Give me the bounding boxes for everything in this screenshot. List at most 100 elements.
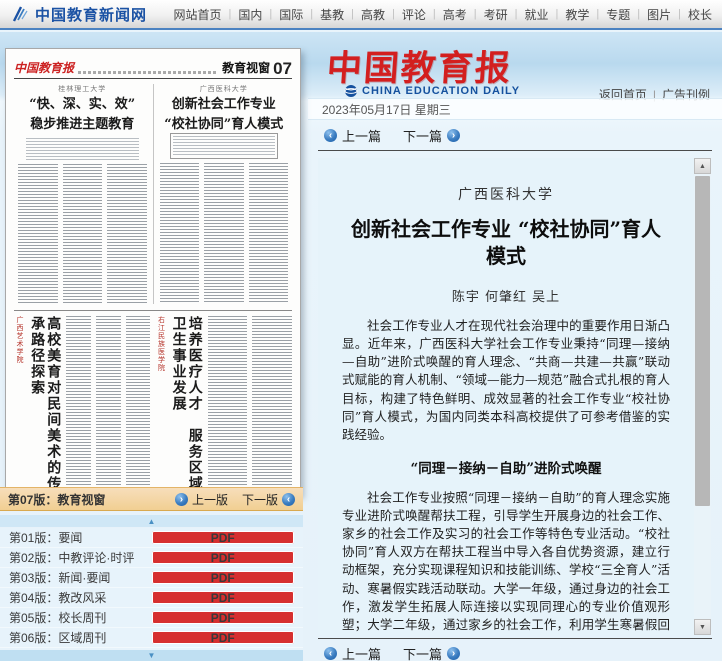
np-text-columns (160, 163, 289, 303)
np-column-divider (153, 84, 154, 304)
np-intro-text (26, 138, 139, 160)
site-topbar: 中国教育新闻网 网站首页 国内 国际 基教 高教 评论 高考 考研 就业 (0, 0, 722, 30)
next-article-button[interactable]: 下一篇 › (403, 126, 460, 145)
article-nav-top: ‹ 上一篇 下一篇 › (324, 126, 460, 145)
next-page-label: 下一版 (242, 491, 278, 508)
prev-article-icon: ‹ (324, 129, 337, 142)
prev-article-label: 上一篇 (342, 126, 381, 145)
top-nav-item[interactable]: 图片 (647, 6, 671, 23)
scrollbar-up-button[interactable]: ▲ (694, 158, 711, 174)
article-paragraph: 社会工作专业人才在现代社会治理中的重要作用日渐凸显。近年来，广西医科大学社会工作… (342, 317, 670, 444)
next-article-label: 下一篇 (403, 644, 442, 661)
top-nav-item[interactable]: 网站首页 (173, 6, 221, 23)
next-article-icon: › (447, 647, 460, 660)
next-article-button[interactable]: 下一篇 › (403, 644, 460, 661)
globe-icon (344, 84, 358, 98)
page-list-scroll-up[interactable]: ▲ (0, 515, 303, 527)
scrollbar-up-icon: ▲ (699, 163, 706, 170)
top-nav-item[interactable]: 高考 (443, 6, 467, 23)
article-content: 广西医科大学 创新社会工作专业 “校社协同”育人模式 陈宇 何肇红 吴上 社会工… (318, 158, 694, 635)
top-nav-item[interactable]: 就业 (524, 6, 548, 23)
prev-page-button[interactable]: › 上一版 (175, 491, 228, 508)
np-section-block: 教育视窗 07 (222, 59, 292, 76)
page-list-item-label: 第01版：要闻 (9, 529, 152, 546)
scrollbar-down-icon: ▼ (699, 624, 706, 631)
np-article-top-left: 桂林理工大学 “快、深、实、效” 稳步推进主题教育 (14, 84, 151, 304)
page-list-item[interactable]: 第04版：教改风采 PDF (0, 588, 303, 608)
newspaper-page-image[interactable]: 中国教育报 教育视窗 07 桂林理工大学 “快、深、实、效” 稳步推进主题教育 … (5, 48, 301, 495)
up-arrow-icon: ▲ (148, 517, 156, 526)
page-list-item[interactable]: 第05版：校长周刊 PDF (0, 608, 303, 628)
np-intro-box (170, 133, 279, 159)
top-nav-item[interactable]: 专题 (606, 6, 630, 23)
pdf-icon[interactable]: PDF (152, 611, 295, 624)
site-logo[interactable]: 中国教育新闻网 (10, 4, 147, 25)
scrollbar-thumb[interactable] (695, 176, 710, 506)
prev-page-label: 上一版 (192, 491, 228, 508)
page-list-item[interactable]: 第03版：新闻·要闻 PDF (0, 568, 303, 588)
current-page-label: 第07版：教育视窗 (8, 491, 161, 508)
top-nav-item[interactable]: 评论 (402, 6, 426, 23)
page-list-item[interactable]: 第02版：中教评论·时评 PDF (0, 548, 303, 568)
article-top-rule (318, 150, 712, 151)
next-article-label: 下一篇 (403, 126, 442, 145)
scrollbar-down-button[interactable]: ▼ (694, 619, 711, 635)
page-list-scroll-down[interactable]: ▼ (0, 650, 303, 661)
next-article-icon: › (447, 129, 460, 142)
np-text-columns (18, 164, 147, 304)
down-arrow-icon: ▼ (148, 651, 156, 660)
top-nav-item[interactable]: 国内 (238, 6, 262, 23)
article-nav-bottom: ‹ 上一篇 下一篇 › (324, 644, 460, 661)
pdf-icon[interactable]: PDF (152, 571, 295, 584)
pdf-icon[interactable]: PDF (152, 631, 295, 644)
np-kicker: 广西医科大学 (160, 84, 289, 94)
top-nav-item[interactable]: 基教 (320, 6, 344, 23)
prev-article-button[interactable]: ‹ 上一篇 (324, 126, 381, 145)
np-section-label: 教育视窗 (222, 59, 270, 76)
page-list-item-label: 第02版：中教评论·时评 (9, 549, 152, 566)
page-list: 第01版：要闻 PDF 第02版：中教评论·时评 PDF 第03版：新闻·要闻 … (0, 528, 303, 661)
pdf-icon[interactable]: PDF (152, 531, 295, 544)
page-list-item-label: 第03版：新闻·要闻 (9, 569, 152, 586)
top-nav-item[interactable]: 高教 (361, 6, 385, 23)
article-paragraph: 社会工作专业按照“同理－接纳－自助”的育人理念实施专业进阶式唤醒帮扶工程，引导学… (342, 489, 670, 635)
article-title: 创新社会工作专业 “校社协同”育人模式 (342, 216, 670, 270)
paper-brand-en: CHINA EDUCATION DAILY (344, 84, 520, 98)
site-logo-text: 中国教育新闻网 (35, 4, 147, 25)
top-nav-item[interactable]: 教学 (565, 6, 589, 23)
np-school-label: 广西艺术学院 (14, 316, 24, 396)
np-vertical-headline-right: 培养医疗人才 服务区域卫生事业发展 (171, 316, 203, 498)
next-page-button[interactable]: 下一版 ‹ (242, 491, 295, 508)
np-vertical-headline-left: 高校美育对民间美术的传承路径探索 (29, 316, 61, 498)
top-nav-item[interactable]: 国际 (279, 6, 303, 23)
page-list-item-label: 第06版：区域周刊 (9, 629, 152, 646)
article-subhead: “同理－接纳－自助”进阶式唤醒 (342, 457, 670, 477)
prev-article-button[interactable]: ‹ 上一篇 (324, 644, 381, 661)
np-page-number: 07 (273, 62, 292, 76)
page-list-item[interactable]: 第06版：区域周刊 PDF (0, 628, 303, 648)
np-kicker: 桂林理工大学 (18, 84, 147, 94)
np-horizontal-rule (14, 310, 292, 311)
np-article-top-right: 广西医科大学 创新社会工作专业 “校社协同”育人模式 (156, 84, 293, 304)
article-scrollbar[interactable]: ▲ ▼ (694, 158, 711, 635)
paper-brand-en-text: CHINA EDUCATION DAILY (362, 85, 520, 97)
np-masthead-meta (78, 71, 218, 74)
top-nav-item[interactable]: 考研 (484, 6, 508, 23)
prev-page-icon: › (175, 493, 188, 506)
page-list-item[interactable]: 第01版：要闻 PDF (0, 528, 303, 548)
current-date: 2023年05月17日 星期三 (322, 101, 451, 118)
next-page-icon: ‹ (282, 493, 295, 506)
np-masthead: 中国教育报 教育视窗 07 (14, 56, 292, 79)
page-list-item-label: 第04版：教改风采 (9, 589, 152, 606)
page-root: 中国教育新闻网 网站首页 国内 国际 基教 高教 评论 高考 考研 就业 (0, 0, 722, 661)
np-top-articles: 桂林理工大学 “快、深、实、效” 稳步推进主题教育 广西医科大学 创新社会工作专… (14, 84, 292, 304)
top-nav: 网站首页 国内 国际 基教 高教 评论 高考 考研 就业 教学 专题 (173, 6, 712, 23)
pdf-icon[interactable]: PDF (152, 591, 295, 604)
article-authors: 陈宇 何肇红 吴上 (342, 286, 670, 305)
top-nav-item[interactable]: 校长 (688, 6, 712, 23)
np-school-label: 右江民族医学院 (156, 316, 166, 396)
np-bottom-articles: 广西艺术学院 高校美育对民间美术的传承路径探索 右江民族医学院 培养医疗人才 服… (14, 316, 292, 504)
pdf-icon[interactable]: PDF (152, 551, 295, 564)
np-headline-line: “校社协同”育人模式 (160, 116, 289, 134)
page-list-item-label: 第05版：校长周刊 (9, 609, 152, 626)
